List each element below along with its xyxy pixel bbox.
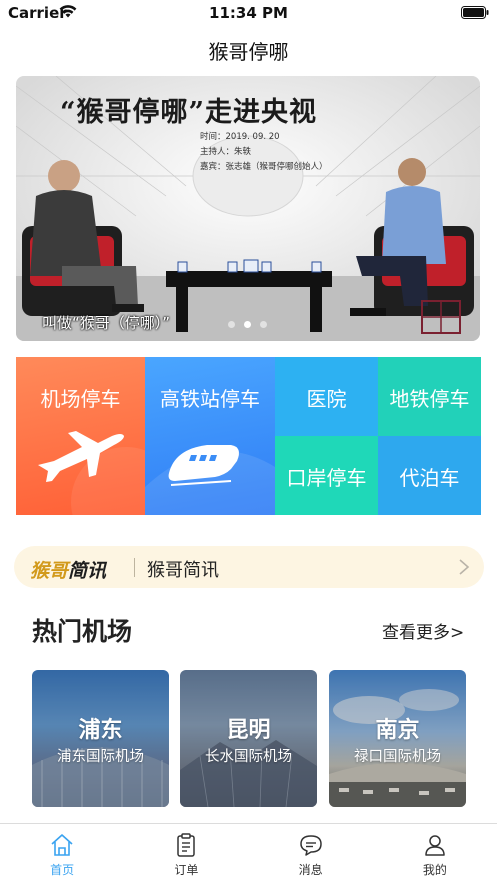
news-logo-part1: 猴哥 [30, 560, 69, 582]
rail-station-parking-tile[interactable]: 高铁站停车 [145, 357, 275, 515]
train-icon [145, 445, 275, 515]
hot-airports-title: 热门机场 [32, 617, 133, 646]
battery-icon [461, 6, 489, 19]
hospital-tile[interactable]: 医院 [275, 357, 378, 436]
airport-card-kunming[interactable]: 昆明 长水国际机场 [180, 670, 317, 807]
port-parking-label: 口岸停车 [286, 466, 367, 490]
tab-orders-label: 订单 [174, 863, 199, 877]
tab-messages[interactable]: 消息 [249, 824, 373, 883]
metro-parking-label: 地铁停车 [389, 387, 470, 411]
tab-profile[interactable]: 我的 [373, 824, 497, 883]
status-bar: Carrier 11:34 PM [0, 0, 497, 26]
banner-headline: “猴哥停哪”走进央视 [60, 97, 318, 128]
tab-home-label: 首页 [50, 863, 75, 877]
chevron-right-icon [459, 559, 470, 575]
tab-orders[interactable]: 订单 [124, 824, 248, 883]
banner-info-time: 时间：2019. 09. 20 [200, 132, 280, 142]
clipboard-icon [177, 833, 196, 857]
airport-card-city: 浦东 [78, 718, 123, 743]
news-divider [134, 558, 135, 577]
banner-info-guest: 嘉宾：张志雄（猴哥停哪创始人） [200, 162, 328, 172]
view-more-link[interactable]: 查看更多> [382, 618, 464, 643]
hospital-label: 医院 [306, 387, 347, 411]
tab-messages-label: 消息 [298, 863, 323, 877]
chat-bubble-icon [299, 835, 322, 856]
status-time: 11:34 PM [209, 4, 288, 22]
valet-parking-tile[interactable]: 代泊车 [378, 436, 481, 515]
banner-caption: 叫做“猴哥（停哪）” [42, 314, 171, 332]
airport-card-pudong[interactable]: 浦东 浦东国际机场 [32, 670, 169, 807]
carousel-dot[interactable] [244, 321, 251, 328]
airport-card-name: 长水国际机场 [205, 749, 292, 765]
airport-card-name: 浦东国际机场 [57, 749, 144, 765]
airplane-icon [38, 431, 145, 515]
person-icon [425, 835, 445, 856]
news-headline: 猴哥简讯 [147, 560, 219, 581]
tab-bar: 首页 订单 消息 我的 [0, 823, 497, 883]
page-title: 猴哥停哪 [208, 40, 289, 64]
metro-parking-tile[interactable]: 地铁停车 [378, 357, 481, 436]
airport-card-city: 昆明 [226, 718, 271, 743]
home-icon [51, 834, 73, 856]
tab-profile-label: 我的 [422, 863, 447, 877]
carousel-dot[interactable] [260, 321, 267, 328]
news-logo-part2: 简讯 [68, 560, 107, 582]
airport-card-city: 南京 [375, 718, 420, 743]
valet-parking-label: 代泊车 [399, 466, 460, 490]
news-ticker[interactable]: 猴哥简讯 猴哥简讯 [14, 546, 484, 588]
banner-carousel[interactable]: “猴哥停哪”走进央视 时间：2019. 09. 20 主持人：朱轶 嘉宾：张志雄… [16, 76, 480, 341]
tab-home[interactable]: 首页 [0, 824, 124, 883]
banner-info-host: 主持人：朱轶 [200, 147, 252, 157]
airport-card-nanjing[interactable]: 南京 禄口国际机场 [329, 670, 466, 807]
airport-parking-tile[interactable]: 机场停车 [16, 357, 145, 515]
banner-info: 时间：2019. 09. 20 主持人：朱轶 嘉宾：张志雄（猴哥停哪创始人） [200, 130, 328, 175]
carousel-page-indicator[interactable] [228, 321, 267, 328]
carousel-dot[interactable] [228, 321, 235, 328]
port-parking-tile[interactable]: 口岸停车 [275, 436, 378, 515]
airport-card-name: 禄口国际机场 [354, 749, 441, 765]
news-logo: 猴哥简讯 [30, 556, 106, 583]
